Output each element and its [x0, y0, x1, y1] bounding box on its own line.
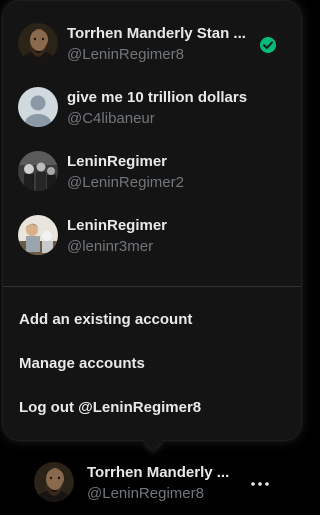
avatar [18, 87, 58, 127]
current-account-name: Torrhen Manderly ... [87, 464, 230, 481]
account-switcher-menu: Torrhen Manderly Stan ... @LeninRegimer8 [3, 1, 301, 440]
bearded-man-avatar-image [18, 23, 58, 63]
avatar [18, 23, 58, 63]
account-item-c4libaneur[interactable]: give me 10 trillion dollars @C4libaneur [3, 75, 301, 139]
avatar [18, 215, 58, 255]
menu-divider [3, 286, 301, 287]
avatar [34, 462, 74, 502]
group-photo-avatar-image [18, 151, 58, 191]
account-item-leninr3mer[interactable]: LeninRegimer @leninr3mer [3, 203, 301, 267]
account-item-leninregimer2[interactable]: LeninRegimer @LeninRegimer2 [3, 139, 301, 203]
account-handle: @C4libaneur [67, 110, 155, 127]
avatar [18, 151, 58, 191]
default-profile-icon [18, 87, 58, 127]
log-out-button[interactable]: Log out @LeninRegimer8 [3, 386, 301, 430]
account-handle: @LeninRegimer8 [67, 46, 184, 63]
account-handle: @leninr3mer [67, 238, 154, 255]
figure-photo-avatar-image [18, 215, 58, 255]
check-circle-icon [259, 36, 277, 54]
account-name: LeninRegimer [67, 153, 168, 170]
more-horizontal-icon[interactable] [250, 480, 270, 488]
account-item-leninregimer8[interactable]: Torrhen Manderly Stan ... @LeninRegimer8 [3, 11, 301, 75]
page: Torrhen Manderly Stan ... @LeninRegimer8 [0, 0, 305, 515]
account-actions: Add an existing account Manage accounts … [3, 298, 301, 430]
account-name: LeninRegimer [67, 217, 168, 234]
manage-accounts-button[interactable]: Manage accounts [3, 342, 301, 386]
account-handle: @LeninRegimer2 [67, 174, 184, 191]
account-list: Torrhen Manderly Stan ... @LeninRegimer8 [3, 11, 301, 267]
add-existing-account-button[interactable]: Add an existing account [3, 298, 301, 342]
account-name: give me 10 trillion dollars [67, 89, 248, 106]
account-name: Torrhen Manderly Stan ... [67, 25, 246, 42]
bearded-man-avatar-image [34, 462, 74, 502]
account-switcher-button[interactable]: Torrhen Manderly ... @LeninRegimer8 [20, 450, 300, 512]
current-account-handle: @LeninRegimer8 [87, 485, 204, 502]
